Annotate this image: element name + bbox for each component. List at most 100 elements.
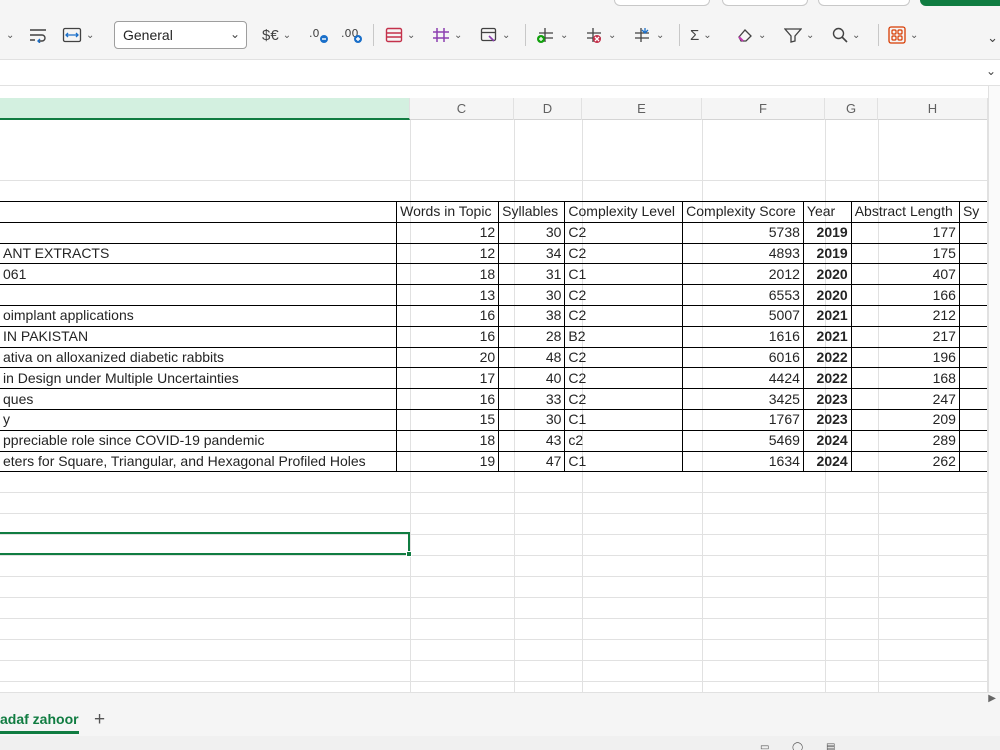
- share-button[interactable]: [920, 0, 1000, 6]
- table-cell[interactable]: [958, 242, 987, 265]
- column-header-d[interactable]: D: [514, 98, 582, 120]
- wrap-text-icon[interactable]: [28, 23, 48, 47]
- vertical-scrollbar[interactable]: [988, 86, 1000, 692]
- table-cell[interactable]: 6553: [682, 284, 804, 306]
- table-cell[interactable]: 2024: [802, 450, 852, 473]
- table-cell[interactable]: C2: [564, 304, 684, 327]
- table-cell[interactable]: C1: [564, 450, 684, 473]
- table-cell[interactable]: B2: [564, 325, 684, 348]
- table-cell[interactable]: C2: [564, 221, 684, 244]
- table-cell[interactable]: C2: [564, 367, 684, 390]
- top-button-1[interactable]: [614, 0, 710, 6]
- table-cell[interactable]: oimplant applications: [0, 304, 398, 327]
- table-cell[interactable]: 1616: [682, 325, 804, 348]
- table-header-cell[interactable]: Year: [802, 201, 852, 223]
- table-cell[interactable]: [958, 221, 987, 244]
- table-cell[interactable]: 18: [396, 263, 500, 286]
- table-cell[interactable]: 2023: [802, 388, 852, 410]
- table-cell[interactable]: 30: [498, 408, 566, 431]
- table-cell[interactable]: 2021: [802, 304, 852, 327]
- table-cell[interactable]: 48: [498, 346, 566, 369]
- table-cell[interactable]: 43: [498, 429, 566, 452]
- table-cell[interactable]: C2: [564, 388, 684, 410]
- table-cell[interactable]: 407: [850, 263, 960, 286]
- table-cell[interactable]: [958, 304, 987, 327]
- cell-styles-icon[interactable]: ⌄: [480, 23, 510, 47]
- column-header-h[interactable]: H: [878, 98, 988, 120]
- table-cell[interactable]: 20: [396, 346, 500, 369]
- table-cell[interactable]: [958, 429, 987, 452]
- table-cell[interactable]: 16: [396, 325, 500, 348]
- scroll-right-arrow-icon[interactable]: ▶: [988, 693, 996, 704]
- table-cell[interactable]: c2: [564, 429, 684, 452]
- conditional-format-icon[interactable]: ⌄: [385, 23, 415, 47]
- add-sheet-button[interactable]: +: [94, 709, 105, 731]
- table-cell[interactable]: C2: [564, 346, 684, 369]
- table-cell[interactable]: 217: [850, 325, 960, 348]
- decrease-decimal-icon[interactable]: .0: [308, 23, 330, 47]
- table-cell[interactable]: 061: [0, 263, 398, 286]
- table-cell[interactable]: 33: [498, 388, 566, 410]
- table-cell[interactable]: 2020: [802, 284, 852, 306]
- table-cell[interactable]: 30: [498, 221, 566, 244]
- add-ins-icon[interactable]: ⌄: [888, 23, 918, 47]
- table-cell[interactable]: y: [0, 408, 398, 431]
- table-cell[interactable]: 2019: [802, 242, 852, 265]
- table-cell[interactable]: in Design under Multiple Uncertainties: [0, 367, 398, 390]
- column-header-e[interactable]: E: [582, 98, 702, 120]
- column-header-c[interactable]: C: [410, 98, 514, 120]
- table-header-cell[interactable]: Complexity Level: [564, 201, 684, 223]
- format-cells-icon[interactable]: ⌄: [632, 23, 664, 47]
- data-table[interactable]: Words in Topic Syllables Complexity Level C…: [0, 201, 987, 473]
- table-cell[interactable]: 40: [498, 367, 566, 390]
- sheet-tab-active[interactable]: adaf zahoor: [0, 711, 79, 735]
- table-header-cell[interactable]: Syllables: [498, 201, 566, 223]
- table-cell[interactable]: C2: [564, 242, 684, 265]
- table-cell[interactable]: eters for Square, Triangular, and Hexago…: [0, 450, 398, 473]
- number-format-select[interactable]: General ⌄: [114, 21, 247, 49]
- table-cell[interactable]: ativa on alloxanized diabetic rabbits: [0, 346, 398, 369]
- table-cell[interactable]: 209: [850, 408, 960, 431]
- table-cell[interactable]: 4893: [682, 242, 804, 265]
- table-cell[interactable]: 6016: [682, 346, 804, 369]
- normal-view-icon[interactable]: ▭: [760, 742, 769, 750]
- table-cell[interactable]: 168: [850, 367, 960, 390]
- table-cell[interactable]: 16: [396, 304, 500, 327]
- table-cell[interactable]: 175: [850, 242, 960, 265]
- table-cell[interactable]: IN PAKISTAN: [0, 325, 398, 348]
- table-cell[interactable]: 19: [396, 450, 500, 473]
- table-cell[interactable]: 289: [850, 429, 960, 452]
- selected-cell[interactable]: [0, 532, 412, 557]
- table-cell[interactable]: 34: [498, 242, 566, 265]
- clear-icon[interactable]: ⌄: [736, 23, 766, 47]
- alignment-dropdown[interactable]: ⌄: [2, 23, 14, 47]
- table-cell[interactable]: 2024: [802, 429, 852, 452]
- page-layout-icon[interactable]: ◯: [792, 742, 803, 750]
- table-cell[interactable]: ANT EXTRACTS: [0, 242, 398, 265]
- column-header-f[interactable]: F: [702, 98, 825, 120]
- table-header-cell[interactable]: Complexity Score: [682, 201, 804, 223]
- table-cell[interactable]: [958, 263, 987, 286]
- ribbon-collapse-chevron-icon[interactable]: ⌄: [987, 30, 998, 46]
- table-header-cell[interactable]: Abstract Length: [850, 201, 960, 223]
- table-cell[interactable]: C1: [564, 263, 684, 286]
- table-cell[interactable]: [0, 221, 398, 244]
- expand-formula-bar-chevron-icon[interactable]: ⌄: [986, 64, 996, 78]
- table-cell[interactable]: 18: [396, 429, 500, 452]
- table-cell[interactable]: 15: [396, 408, 500, 431]
- table-cell[interactable]: 2022: [802, 346, 852, 369]
- merge-center-icon[interactable]: ⌄: [62, 23, 94, 47]
- delete-cells-icon[interactable]: ⌄: [584, 23, 616, 47]
- column-header-g[interactable]: G: [825, 98, 878, 120]
- table-cell[interactable]: 166: [850, 284, 960, 306]
- table-cell[interactable]: C1: [564, 408, 684, 431]
- insert-cells-icon[interactable]: ⌄: [536, 23, 568, 47]
- top-button-2[interactable]: [722, 0, 808, 6]
- table-cell[interactable]: 12: [396, 221, 500, 244]
- table-cell[interactable]: 196: [850, 346, 960, 369]
- table-cell[interactable]: 28: [498, 325, 566, 348]
- table-cell[interactable]: 2023: [802, 408, 852, 431]
- table-cell[interactable]: [958, 284, 987, 306]
- table-cell[interactable]: 16: [396, 388, 500, 410]
- table-cell[interactable]: 177: [850, 221, 960, 244]
